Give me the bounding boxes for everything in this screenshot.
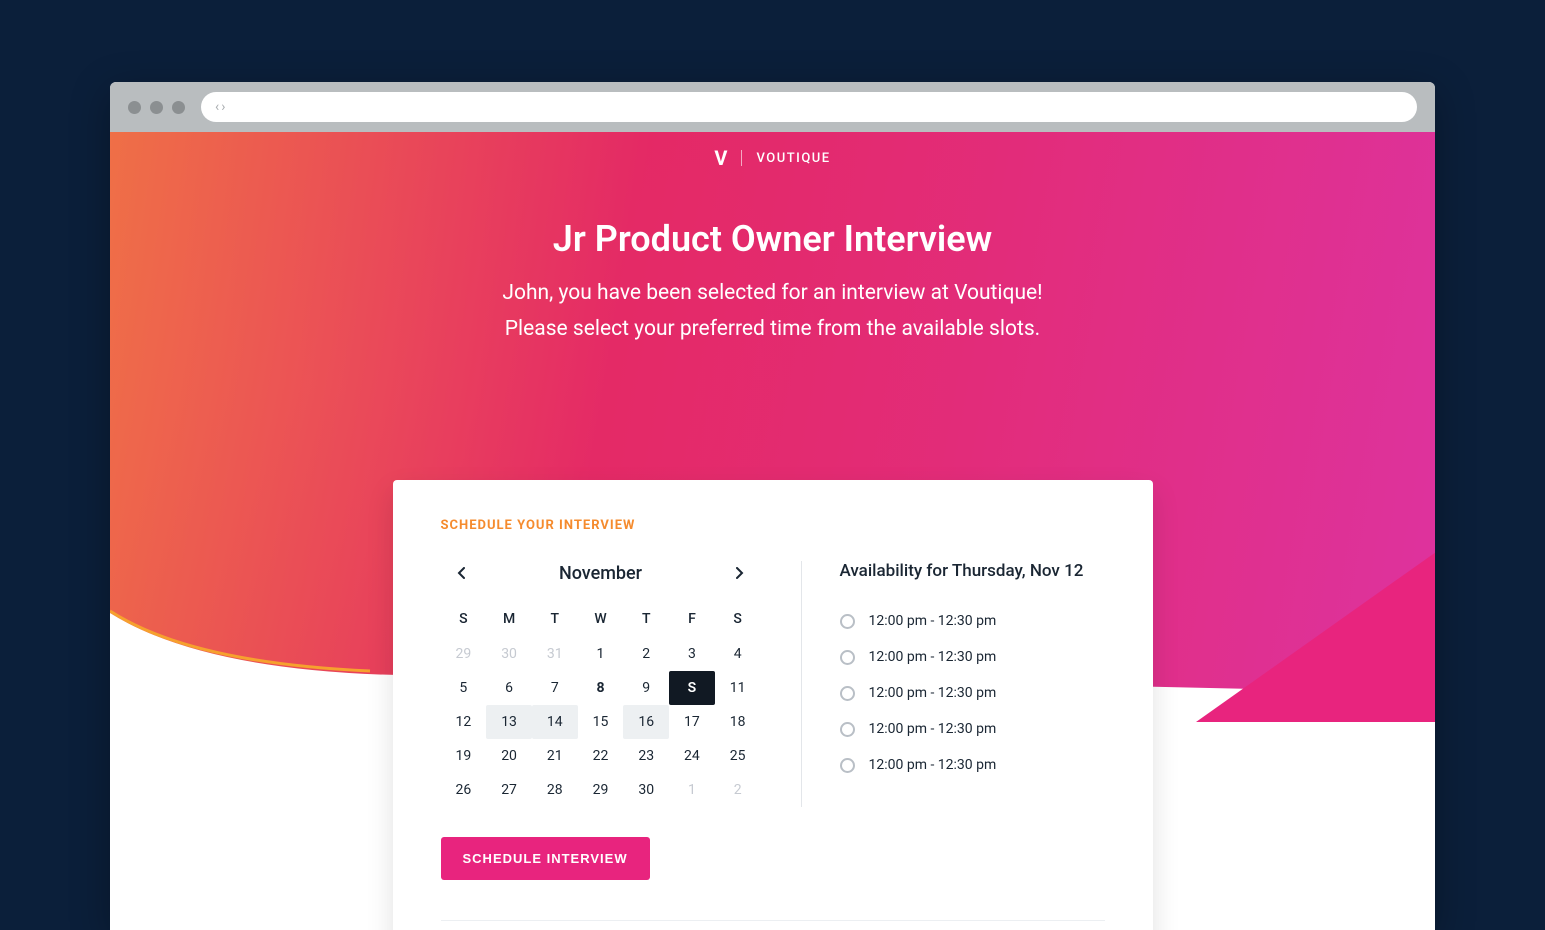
availability-panel: Availability for Thursday, Nov 12 12:00 …: [801, 561, 1105, 807]
radio-icon: [840, 614, 855, 629]
calendar-day[interactable]: 30: [623, 773, 669, 807]
logo-icon: V: [714, 146, 727, 170]
chevron-right-icon: [736, 567, 744, 579]
radio-icon: [840, 686, 855, 701]
scheduler: November SMTWTFS293031123456789S11121314…: [441, 561, 1105, 807]
calendar-day[interactable]: 12: [441, 705, 487, 739]
calendar-day[interactable]: 15: [578, 705, 624, 739]
calendar-day[interactable]: 3: [669, 637, 715, 671]
calendar-day[interactable]: 24: [669, 739, 715, 773]
brand: V VOUTIQUE: [110, 132, 1435, 170]
calendar-day: 31: [532, 637, 578, 671]
radio-icon: [840, 758, 855, 773]
calendar-day[interactable]: S: [669, 671, 715, 705]
divider: [441, 920, 1105, 921]
time-slot[interactable]: 12:00 pm - 12:30 pm: [840, 603, 1105, 639]
slot-list: 12:00 pm - 12:30 pm 12:00 pm - 12:30 pm 12…: [840, 603, 1105, 783]
calendar-day[interactable]: 5: [441, 671, 487, 705]
calendar-day[interactable]: 23: [623, 739, 669, 773]
calendar-day[interactable]: 8: [578, 671, 624, 705]
calendar-day[interactable]: 20: [486, 739, 532, 773]
calendar-day[interactable]: 27: [486, 773, 532, 807]
calendar-grid: SMTWTFS293031123456789S11121314151617181…: [441, 603, 761, 807]
nav-arrows: ‹ ›: [215, 99, 225, 115]
time-slot[interactable]: 12:00 pm - 12:30 pm: [840, 675, 1105, 711]
weekday-header: S: [715, 603, 761, 637]
window-controls: [128, 101, 185, 114]
weekday-header: T: [532, 603, 578, 637]
browser-chrome: ‹ ›: [110, 82, 1435, 132]
time-slot-label: 12:00 pm - 12:30 pm: [869, 721, 997, 737]
window-close-icon[interactable]: [128, 101, 141, 114]
weekday-header: F: [669, 603, 715, 637]
availability-title: Availability for Thursday, Nov 12: [840, 561, 1105, 581]
calendar-day[interactable]: 7: [532, 671, 578, 705]
prev-month-button[interactable]: [449, 561, 473, 585]
chevron-left-icon: [457, 567, 465, 579]
calendar-day[interactable]: 22: [578, 739, 624, 773]
time-slot-label: 12:00 pm - 12:30 pm: [869, 685, 997, 701]
calendar-day[interactable]: 2: [623, 637, 669, 671]
calendar-day[interactable]: 25: [715, 739, 761, 773]
hero-line2: Please select your preferred time from t…: [110, 312, 1435, 348]
hero-subtitle: John, you have been selected for an inte…: [110, 276, 1435, 347]
time-slot[interactable]: 12:00 pm - 12:30 pm: [840, 711, 1105, 747]
time-slot-label: 12:00 pm - 12:30 pm: [869, 649, 997, 665]
hero-line1: John, you have been selected for an inte…: [110, 276, 1435, 312]
time-slot[interactable]: 12:00 pm - 12:30 pm: [840, 747, 1105, 783]
calendar-day[interactable]: 11: [715, 671, 761, 705]
time-slot-label: 12:00 pm - 12:30 pm: [869, 613, 997, 629]
calendar-day[interactable]: 14: [532, 705, 578, 739]
calendar-day[interactable]: 16: [623, 705, 669, 739]
calendar-day[interactable]: 29: [578, 773, 624, 807]
browser-frame: ‹ › V VOUTIQUE Jr Product Owner Intervie…: [110, 82, 1435, 930]
time-slot-label: 12:00 pm - 12:30 pm: [869, 757, 997, 773]
weekday-header: T: [623, 603, 669, 637]
calendar-header: November: [441, 561, 761, 603]
calendar-day[interactable]: 26: [441, 773, 487, 807]
calendar-month: November: [559, 563, 642, 584]
weekday-header: M: [486, 603, 532, 637]
calendar-day[interactable]: 17: [669, 705, 715, 739]
brand-divider: [741, 150, 742, 166]
schedule-interview-button[interactable]: SCHEDULE INTERVIEW: [441, 837, 650, 880]
calendar-day[interactable]: 9: [623, 671, 669, 705]
weekday-header: S: [441, 603, 487, 637]
radio-icon: [840, 722, 855, 737]
calendar-day[interactable]: 1: [578, 637, 624, 671]
calendar-day[interactable]: 21: [532, 739, 578, 773]
window-minimize-icon[interactable]: [150, 101, 163, 114]
section-schedule-label: SCHEDULE YOUR INTERVIEW: [441, 518, 1105, 533]
next-month-button[interactable]: [728, 561, 752, 585]
calendar-day: 29: [441, 637, 487, 671]
calendar-day: 1: [669, 773, 715, 807]
url-bar[interactable]: ‹ ›: [201, 92, 1417, 122]
calendar-day[interactable]: 13: [486, 705, 532, 739]
calendar-day[interactable]: 28: [532, 773, 578, 807]
calendar-day: 2: [715, 773, 761, 807]
calendar-day[interactable]: 6: [486, 671, 532, 705]
calendar-day: 30: [486, 637, 532, 671]
calendar-day[interactable]: 19: [441, 739, 487, 773]
page-title: Jr Product Owner Interview: [110, 218, 1435, 260]
calendar-day[interactable]: 18: [715, 705, 761, 739]
weekday-header: W: [578, 603, 624, 637]
forward-icon[interactable]: ›: [221, 99, 225, 115]
window-maximize-icon[interactable]: [172, 101, 185, 114]
brand-name: VOUTIQUE: [756, 151, 830, 166]
radio-icon: [840, 650, 855, 665]
calendar: November SMTWTFS293031123456789S11121314…: [441, 561, 761, 807]
scheduler-card: SCHEDULE YOUR INTERVIEW November SMTWTFS…: [393, 480, 1153, 930]
back-icon[interactable]: ‹: [215, 99, 219, 115]
time-slot[interactable]: 12:00 pm - 12:30 pm: [840, 639, 1105, 675]
calendar-day[interactable]: 4: [715, 637, 761, 671]
